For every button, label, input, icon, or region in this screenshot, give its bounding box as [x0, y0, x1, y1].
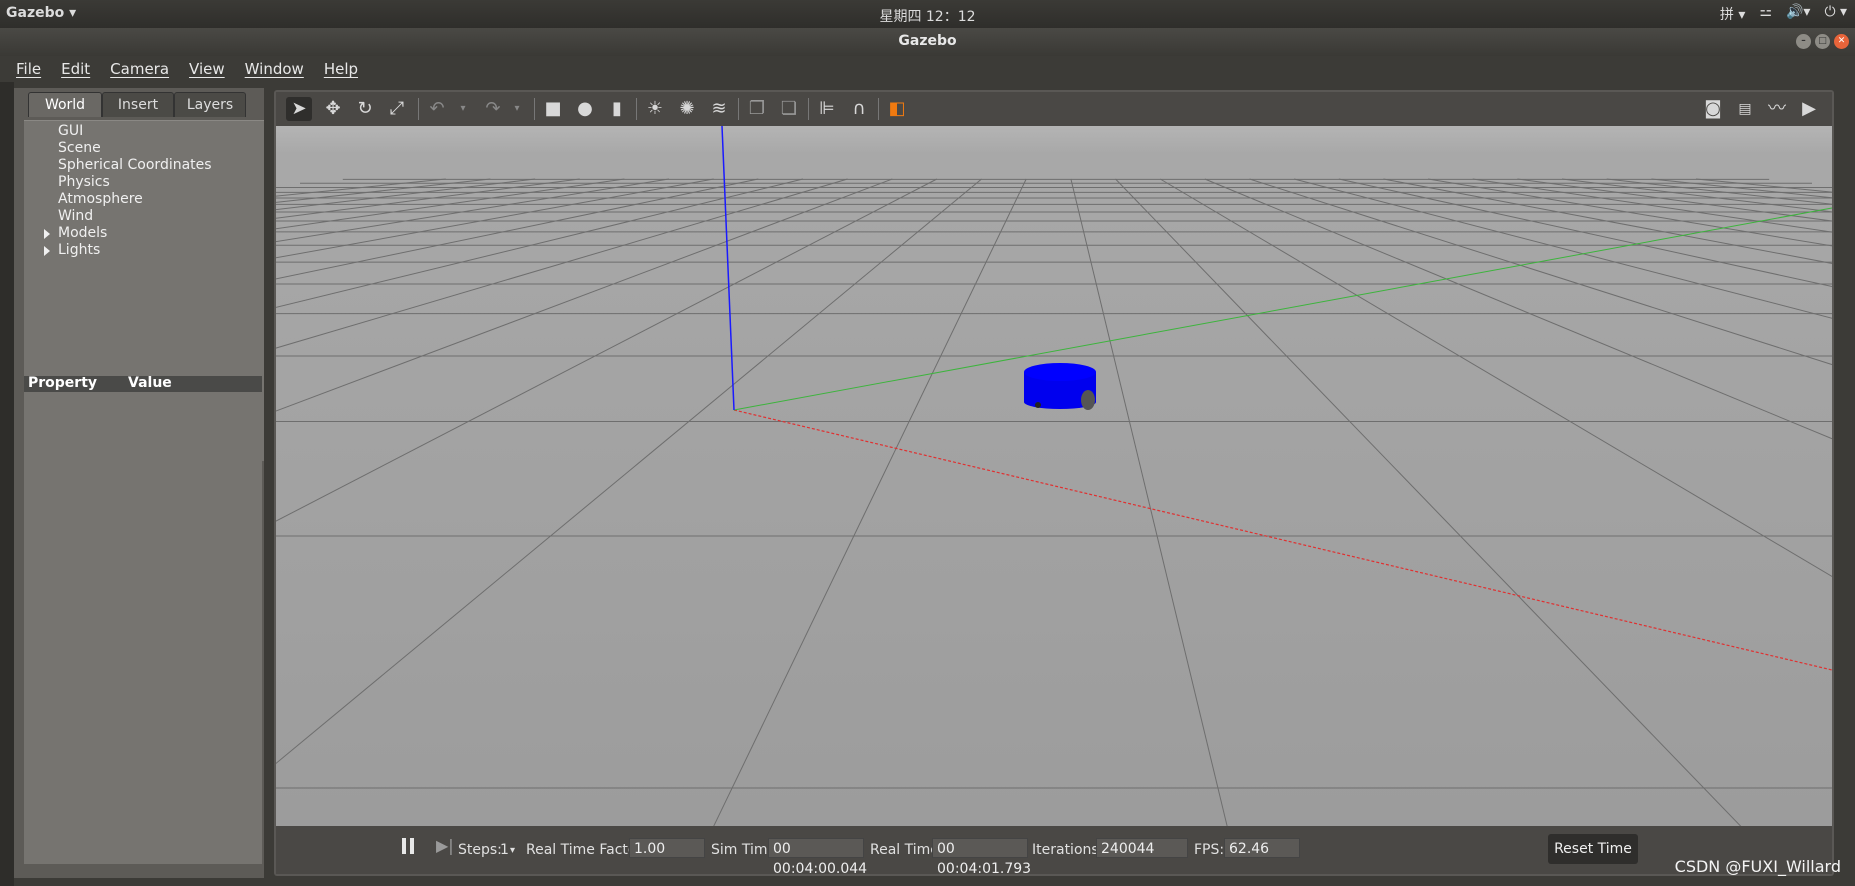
video-record-icon[interactable]: ▶ [1796, 97, 1822, 121]
box-shape-icon[interactable]: ■ [540, 97, 566, 121]
input-method-indicator[interactable]: 拼 ▾ [1720, 4, 1745, 24]
fps-field: 62.46 [1224, 838, 1300, 858]
close-button[interactable]: ✕ [1834, 34, 1849, 49]
redo-dropdown-icon[interactable]: ▾ [504, 97, 530, 121]
undo-dropdown-icon[interactable]: ▾ [450, 97, 476, 121]
snap-icon[interactable]: ∩ [846, 97, 872, 121]
iterations-label: Iterations: [1032, 842, 1104, 858]
pause-icon[interactable] [402, 838, 406, 854]
robot-wheel [1081, 390, 1095, 410]
robot-top [1024, 363, 1096, 381]
left-dock-strip [0, 82, 14, 886]
menu-help[interactable]: Help [324, 60, 358, 78]
tree-item-lights[interactable]: Lights [58, 242, 100, 258]
power-icon[interactable]: ⏻ ▾ [1824, 4, 1847, 24]
tab-world[interactable]: World [28, 92, 102, 117]
redo-icon[interactable]: ↷ [480, 97, 506, 121]
rotate-mode-icon[interactable]: ↻ [352, 97, 378, 121]
tree-item-scene[interactable]: Scene [58, 140, 101, 156]
sphere-shape-icon[interactable]: ● [572, 97, 598, 121]
undo-icon[interactable]: ↶ [424, 97, 450, 121]
window-title: Gazebo [898, 33, 957, 49]
tree-item-gui[interactable]: GUI [58, 123, 83, 139]
expand-arrow-icon[interactable] [44, 246, 50, 256]
scene-toolbar: ➤ ✥ ↻ ⤢ ↶ ▾ ↷ ▾ ■ ● ▮ ☀ ✺ ≋ ❐ ❏ ⊫ ∩ ◧ ◙ … [276, 92, 1832, 126]
maximize-button[interactable]: □ [1815, 34, 1830, 49]
tree-item-atmosphere[interactable]: Atmosphere [58, 191, 143, 207]
3d-viewport[interactable] [276, 126, 1832, 826]
menu-view[interactable]: View [189, 60, 225, 78]
steps-label: Steps: [458, 842, 502, 858]
left-panel: World Insert Layers GUI Scene Spherical … [14, 88, 264, 878]
directional-light-icon[interactable]: ≋ [706, 97, 732, 121]
spot-light-icon[interactable]: ✺ [674, 97, 700, 121]
property-column-header: Property [28, 375, 98, 391]
menu-file[interactable]: File [16, 60, 41, 78]
tree-item-spherical-coordinates[interactable]: Spherical Coordinates [58, 157, 212, 173]
log-icon[interactable]: ▤ [1732, 97, 1758, 121]
fps-label: FPS: [1194, 842, 1225, 858]
menu-camera[interactable]: Camera [110, 60, 169, 78]
system-tray: 拼 ▾ ⚍ 🔊▾ ⏻ ▾ [1720, 4, 1847, 24]
value-column-header: Value [128, 375, 172, 391]
cylinder-shape-icon[interactable]: ▮ [604, 97, 630, 121]
tab-insert[interactable]: Insert [102, 92, 174, 117]
reset-time-button[interactable]: Reset Time [1548, 834, 1638, 864]
point-light-icon[interactable]: ☀ [642, 97, 668, 121]
steps-dropdown-icon[interactable]: ▾ [510, 845, 515, 856]
view-angle-icon[interactable]: ◧ [884, 97, 910, 121]
expand-arrow-icon[interactable] [44, 229, 50, 239]
select-mode-icon[interactable]: ➤ [286, 97, 312, 121]
rtf-field: 1.00 [629, 838, 705, 858]
clock[interactable]: 星期四 12：12 [0, 6, 1855, 26]
translate-mode-icon[interactable]: ✥ [320, 97, 346, 121]
steps-value[interactable]: 1 [500, 842, 509, 858]
window-title-bar: Gazebo – □ ✕ [0, 28, 1855, 56]
step-icon[interactable]: ▶| [436, 836, 454, 855]
minimize-button[interactable]: – [1796, 34, 1811, 49]
menu-window[interactable]: Window [245, 60, 304, 78]
screenshot-icon[interactable]: ◙ [1700, 97, 1726, 121]
system-top-bar: Gazebo ▾ 星期四 12：12 拼 ▾ ⚍ 🔊▾ ⏻ ▾ [0, 0, 1855, 28]
volume-icon[interactable]: 🔊▾ [1786, 4, 1810, 24]
tree-item-physics[interactable]: Physics [58, 174, 110, 190]
robot-caster [1035, 402, 1041, 408]
iterations-field: 240044 [1096, 838, 1188, 858]
copy-icon[interactable]: ❐ [744, 97, 770, 121]
tab-layers[interactable]: Layers [174, 92, 246, 117]
align-icon[interactable]: ⊫ [814, 97, 840, 121]
network-icon[interactable]: ⚍ [1759, 4, 1772, 24]
paste-icon[interactable]: ❏ [776, 97, 802, 121]
property-panel [24, 394, 262, 864]
real-time-field: 00 00:04:01.793 [932, 838, 1031, 877]
menu-edit[interactable]: Edit [61, 60, 90, 78]
tree-item-wind[interactable]: Wind [58, 208, 93, 224]
status-bar: ▶| Steps: 1 ▾ Real Time Factor: 1.00 Sim… [276, 826, 1832, 877]
property-header: Property Value [24, 375, 262, 392]
scale-mode-icon[interactable]: ⤢ [384, 97, 410, 121]
menu-bar: File Edit Camera View Window Help [0, 56, 1855, 82]
plot-icon[interactable]: 〰 [1764, 97, 1790, 121]
tree-item-models[interactable]: Models [58, 225, 107, 241]
watermark: CSDN @FUXI_Willard [1674, 857, 1841, 876]
sim-time-field: 00 00:04:00.044 [768, 838, 867, 877]
robot-model[interactable] [1024, 363, 1096, 410]
pause-icon-bar[interactable] [410, 838, 414, 854]
